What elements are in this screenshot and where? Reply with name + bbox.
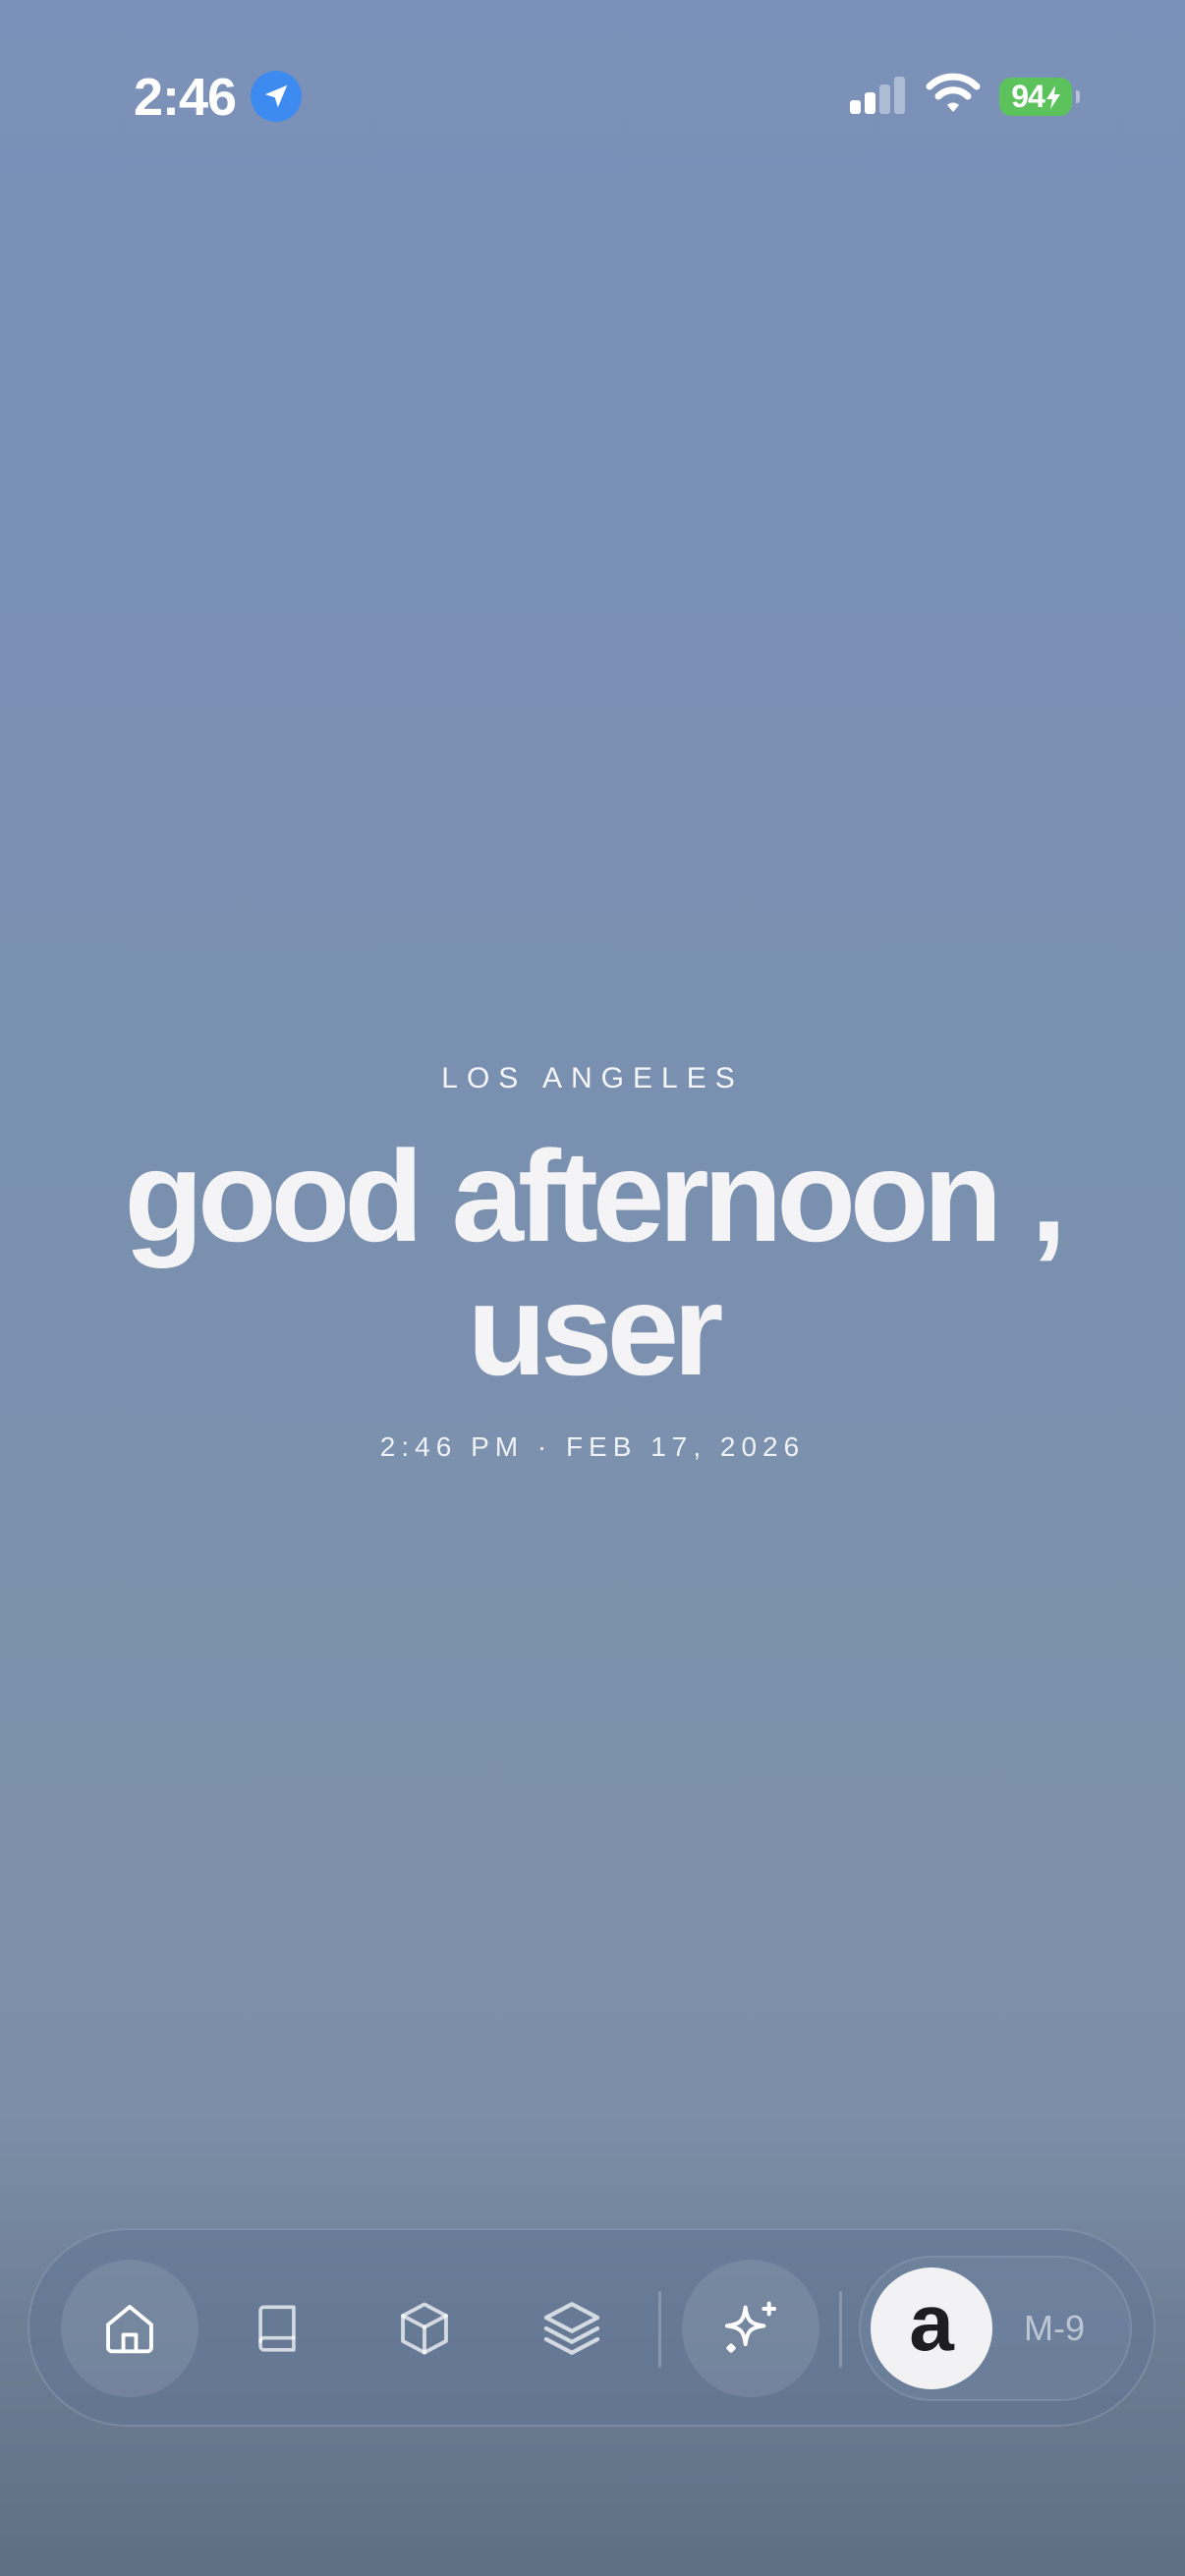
greeting-title: good afternoon , user [59, 1130, 1126, 1397]
sparkle-icon [725, 2301, 776, 2353]
greeting-line-1: good afternoon , [124, 1124, 1066, 1268]
bottom-dock: a M-9 [28, 2228, 1156, 2427]
dock-divider [658, 2291, 661, 2368]
account-switcher[interactable]: a M-9 [859, 2256, 1132, 2401]
home-button[interactable] [61, 2260, 198, 2397]
wifi-icon [926, 73, 981, 112]
battery-level: 94 [1011, 79, 1045, 114]
status-time: 2:46 [134, 68, 237, 127]
library-button[interactable] [208, 2260, 346, 2397]
objects-button[interactable] [356, 2260, 493, 2397]
greeting-line-2: user [467, 1258, 724, 1402]
book-icon [258, 2305, 296, 2352]
home-icon [106, 2305, 153, 2354]
avatar[interactable]: a [871, 2268, 992, 2389]
dock-divider [839, 2291, 842, 2368]
cube-icon [401, 2302, 448, 2355]
ai-assistant-button[interactable] [682, 2260, 819, 2397]
layers-icon [543, 2302, 600, 2355]
layers-button[interactable] [503, 2260, 641, 2397]
battery-icon: 94 [999, 78, 1080, 116]
account-label: M-9 [1024, 2308, 1085, 2348]
current-datetime: 2:46 PM · FEB 17, 2026 [379, 1431, 806, 1462]
status-bar: 2:46 94 [0, 0, 1185, 196]
charging-bolt-icon [1045, 84, 1060, 109]
location-arrow-icon [251, 71, 302, 122]
location-city: LOS ANGELES [441, 1062, 744, 1094]
cellular-signal-icon [850, 77, 905, 114]
